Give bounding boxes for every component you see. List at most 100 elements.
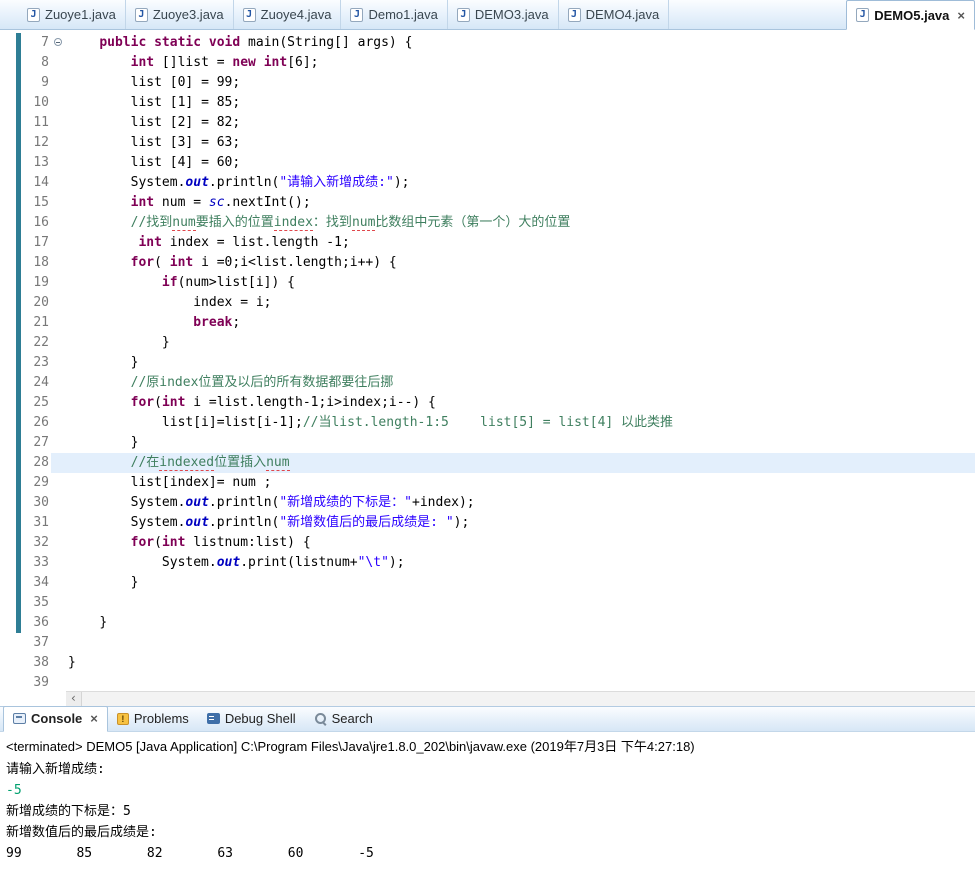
fold-column[interactable] xyxy=(51,513,66,533)
console-tab[interactable]: Debug Shell xyxy=(198,707,305,731)
console-output-line: 请输入新增成绩: xyxy=(6,762,105,777)
fold-column[interactable] xyxy=(51,473,66,493)
code-line[interactable]: 11 list [2] = 82; xyxy=(0,113,975,133)
fold-column[interactable] xyxy=(51,193,66,213)
line-number: 31 xyxy=(33,515,49,530)
code-line[interactable]: 37 xyxy=(0,633,975,653)
fold-column[interactable] xyxy=(51,433,66,453)
code-line[interactable]: 33 System.out.print(listnum+"\t"); xyxy=(0,553,975,573)
scrollbar-track[interactable] xyxy=(82,692,975,706)
tab-label: Zuoye4.java xyxy=(260,7,332,22)
code-line[interactable]: 38 } xyxy=(0,653,975,673)
code-line[interactable]: 36 } xyxy=(0,613,975,633)
fold-column[interactable] xyxy=(51,573,66,593)
code-line[interactable]: 22 } xyxy=(0,333,975,353)
line-number: 26 xyxy=(33,415,49,430)
fold-column[interactable] xyxy=(51,613,66,633)
console-tab[interactable]: Console × xyxy=(3,706,108,732)
code-line[interactable]: 20 index = i; xyxy=(0,293,975,313)
fold-column[interactable] xyxy=(51,233,66,253)
code-line[interactable]: 19 if(num>list[i]) { xyxy=(0,273,975,293)
fold-column[interactable] xyxy=(51,353,66,373)
code-line[interactable]: 39 xyxy=(0,673,975,693)
code-line[interactable]: 7 public static void main(String[] args)… xyxy=(0,33,975,53)
fold-column[interactable] xyxy=(51,593,66,613)
fold-column[interactable] xyxy=(51,153,66,173)
fold-column[interactable] xyxy=(51,633,66,653)
fold-column[interactable] xyxy=(51,493,66,513)
code-line[interactable]: 28 //在indexed位置插入num xyxy=(0,453,975,473)
fold-column[interactable] xyxy=(51,653,66,673)
code-area[interactable]: 7 public static void main(String[] args)… xyxy=(0,30,975,693)
fold-column[interactable] xyxy=(51,273,66,293)
code-line[interactable]: 27 } xyxy=(0,433,975,453)
code-line[interactable]: 15 int num = sc.nextInt(); xyxy=(0,193,975,213)
code-line[interactable]: 14 System.out.println("请输入新增成绩:"); xyxy=(0,173,975,193)
code-line[interactable]: 13 list [4] = 60; xyxy=(0,153,975,173)
console-output[interactable]: 请输入新增成绩: -5 新增成绩的下标是：5 新增数值后的最后成绩是: 99 85 8… xyxy=(0,757,975,866)
fold-column[interactable] xyxy=(51,293,66,313)
editor-tab[interactable]: J Zuoye1.java xyxy=(18,0,126,29)
fold-column[interactable] xyxy=(51,113,66,133)
fold-column[interactable] xyxy=(51,333,66,353)
tab-close-icon[interactable]: × xyxy=(957,9,965,22)
editor-tab[interactable]: J DEMO3.java xyxy=(448,0,559,29)
fold-column[interactable] xyxy=(51,533,66,553)
code-text: } xyxy=(130,575,139,590)
editor-tab[interactable]: J DEMO5.java × xyxy=(846,0,975,30)
console-tab[interactable]: Problems xyxy=(108,707,198,731)
tab-close-icon[interactable]: × xyxy=(90,712,98,725)
code-line[interactable]: 32 for(int listnum:list) { xyxy=(0,533,975,553)
code-line[interactable]: 24 //原index位置及以后的所有数据都要往后挪 xyxy=(0,373,975,393)
fold-column[interactable] xyxy=(51,553,66,573)
code-editor[interactable]: 7 public static void main(String[] args)… xyxy=(0,30,975,706)
fold-column[interactable] xyxy=(51,133,66,153)
code-line[interactable]: 26 list[i]=list[i-1];//当list.length-1:5 … xyxy=(0,413,975,433)
fold-column[interactable] xyxy=(51,173,66,193)
fold-column[interactable] xyxy=(51,253,66,273)
fold-column[interactable] xyxy=(51,53,66,73)
code-line[interactable]: 17 int index = list.length -1; xyxy=(0,233,975,253)
fold-column[interactable] xyxy=(51,413,66,433)
fold-column[interactable] xyxy=(51,393,66,413)
editor-horizontal-scrollbar[interactable]: ‹ xyxy=(66,691,975,706)
code-line[interactable]: 12 list [3] = 63; xyxy=(0,133,975,153)
code-text: break; xyxy=(193,315,241,330)
editor-tab[interactable]: J DEMO4.java xyxy=(559,0,670,29)
code-line[interactable]: 9 list [0] = 99; xyxy=(0,73,975,93)
editor-tab[interactable]: J Zuoye4.java xyxy=(234,0,342,29)
code-line[interactable]: 8 int []list = new int[6]; xyxy=(0,53,975,73)
code-line[interactable]: 21 break; xyxy=(0,313,975,333)
editor-tab[interactable]: J Demo1.java xyxy=(341,0,448,29)
code-line[interactable]: 29 list[index]= num ; xyxy=(0,473,975,493)
code-line[interactable]: 18 for( int i =0;i<list.length;i++) { xyxy=(0,253,975,273)
fold-column[interactable] xyxy=(51,73,66,93)
fold-column[interactable] xyxy=(51,373,66,393)
code-line[interactable]: 25 for(int i =list.length-1;i>index;i--)… xyxy=(0,393,975,413)
annotation-ruler xyxy=(0,33,16,53)
console-tab-label: Console xyxy=(31,711,83,726)
code-text: list [3] = 63; xyxy=(130,135,241,150)
fold-column[interactable] xyxy=(51,313,66,333)
code-line[interactable]: 31 System.out.println("新增数值后的最后成绩是: "); xyxy=(0,513,975,533)
fold-column[interactable] xyxy=(51,213,66,233)
tab-label: Zuoye3.java xyxy=(152,7,224,22)
line-number: 21 xyxy=(33,315,49,330)
fold-column[interactable] xyxy=(51,453,66,473)
fold-column[interactable] xyxy=(51,93,66,113)
code-line[interactable]: 34 } xyxy=(0,573,975,593)
code-line[interactable]: 16 //找到num要插入的位置index：找到num比数组中元素（第一个）大的… xyxy=(0,213,975,233)
fold-column[interactable] xyxy=(51,33,66,53)
code-line[interactable]: 35 xyxy=(0,593,975,613)
annotation-ruler xyxy=(0,53,16,73)
scroll-left-arrow-icon[interactable]: ‹ xyxy=(66,692,82,706)
code-line[interactable]: 23 } xyxy=(0,353,975,373)
code-line[interactable]: 30 System.out.println("新增成绩的下标是："+index)… xyxy=(0,493,975,513)
code-line[interactable]: 10 list [1] = 85; xyxy=(0,93,975,113)
console-tab[interactable]: Search xyxy=(305,707,382,731)
fold-collapse-icon[interactable] xyxy=(54,38,62,46)
editor-tab[interactable]: J Zuoye3.java xyxy=(126,0,234,29)
console-panel: Console × Problems Debug Shell Search <t… xyxy=(0,706,975,888)
code-text: int []list = new int[6]; xyxy=(130,55,319,70)
fold-column[interactable] xyxy=(51,673,66,693)
